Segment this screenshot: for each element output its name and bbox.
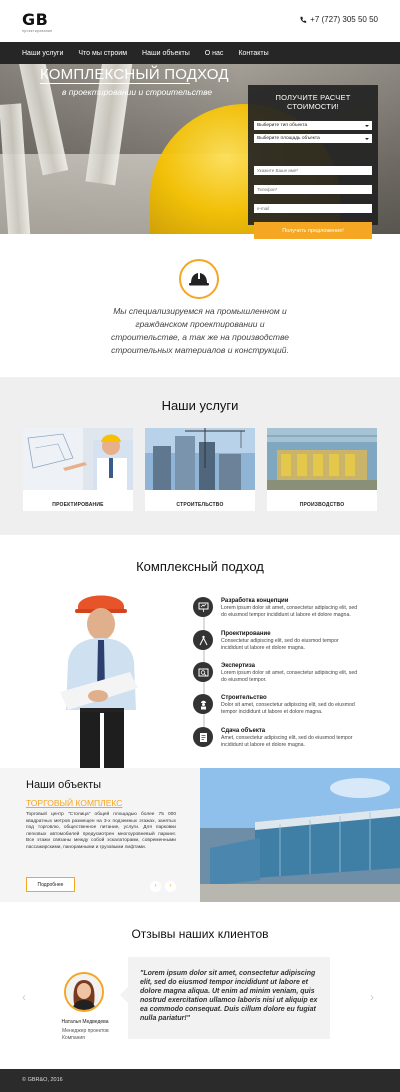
reviews-title: Отзывы наших клиентов: [131, 927, 269, 941]
object-area-value: Выберите площадь объекта: [257, 136, 320, 141]
form-title: ПОЛУЧИТЕ РАСЧЕТ СТОИМОСТИ!: [275, 93, 351, 111]
review-quote: "Lorem ipsum dolor sit amet, consectetur…: [120, 957, 330, 1039]
step-text: Consectetur adipiscing elit, sed do eius…: [221, 638, 339, 651]
construction-image: [145, 428, 255, 490]
chevron-down-icon: [365, 124, 369, 127]
name-field[interactable]: [254, 166, 372, 175]
footer: © GBR&O, 2016: [0, 1069, 400, 1092]
hero-title-underline: [40, 83, 190, 84]
phone-icon: [300, 16, 307, 23]
objects-slider-controls: ‹ ›: [150, 881, 176, 892]
step-title: Сдача объекта: [221, 728, 266, 734]
get-offer-button[interactable]: Получить предложение!: [254, 222, 372, 239]
nav-item-services[interactable]: Наши услуги: [22, 50, 63, 57]
nav-item-objects[interactable]: Наши объекты: [142, 50, 190, 57]
nav-item-about[interactable]: О нас: [205, 50, 224, 57]
email-field[interactable]: [254, 204, 372, 213]
chevron-right-icon[interactable]: ›: [370, 990, 374, 1004]
phone-text: +7 (727) 305 50 50: [310, 15, 378, 24]
phone-number[interactable]: +7 (727) 305 50 50: [299, 15, 378, 24]
main-nav: Наши услуги Что мы строим Наши объекты О…: [0, 42, 400, 64]
service-label: СТРОИТЕЛЬСТВО: [176, 502, 224, 508]
compass-icon: [193, 630, 213, 650]
logo-mark: GB: [22, 10, 49, 29]
header: GB проектирование +7 (727) 305 50 50: [0, 0, 400, 42]
engineer-image: [60, 595, 138, 770]
step-text: Dolor sit amet, consectetur adipiscing e…: [221, 702, 355, 715]
quote-form: ПОЛУЧИТЕ РАСЧЕТ СТОИМОСТИ! Выберите тип …: [248, 85, 378, 239]
production-image: [267, 428, 377, 490]
object-name-link[interactable]: ТОРГОВЫЙ КОМПЛЕКС: [26, 798, 122, 808]
reviewer-role: Менеджер проектов Компания: [62, 1028, 109, 1042]
service-label: ПРОИЗВОДСТВО: [299, 502, 345, 508]
step-title: Строительство: [221, 695, 267, 701]
more-button[interactable]: Подробнее: [26, 877, 75, 892]
helmet-glyph: [189, 273, 209, 286]
phone-field[interactable]: [254, 185, 372, 194]
document-icon: [193, 727, 213, 747]
step-text: Amet, consectetur adipiscing elit, sed d…: [221, 735, 353, 748]
hero-subtitle: в проектировании и строительстве: [62, 87, 213, 97]
logo-subtitle: проектирование: [22, 29, 53, 33]
objects-title: Наши объекты: [26, 779, 102, 791]
object-type-value: Выберите тип объекта: [257, 123, 308, 128]
design-image: [23, 428, 133, 490]
object-area-select[interactable]: Выберите площадь объекта: [254, 134, 372, 143]
service-card-construction[interactable]: СТРОИТЕЛЬСТВО: [145, 428, 255, 511]
nav-item-what-we-build[interactable]: Что мы строим: [78, 50, 127, 57]
avatar-portrait: [66, 974, 102, 1010]
step-title: Экспертиза: [221, 663, 255, 669]
chevron-left-icon[interactable]: ‹: [150, 881, 161, 892]
services-section: Наши услуги ПРОЕКТИРОВАНИЕ СТРОИТЕЛЬСТВО…: [0, 377, 400, 535]
nav-item-contacts[interactable]: Контакты: [238, 50, 268, 57]
approach-title: Комплексный подход: [136, 559, 264, 574]
hero-title: КОМПЛЕКСНЫЙ ПОДХОД: [40, 66, 229, 83]
avatar: [64, 972, 104, 1012]
object-type-select[interactable]: Выберите тип объекта: [254, 121, 372, 130]
reviewer-name: Наталья Медведева: [61, 1019, 109, 1025]
presentation-icon: [193, 597, 213, 617]
chevron-right-icon[interactable]: ›: [165, 881, 176, 892]
intro-text: Мы специализируемся на промышленном и гр…: [111, 306, 289, 355]
shopping-center-image: [200, 768, 400, 902]
step-title: Разработка концепции: [221, 598, 289, 604]
objects-section: Наши объекты ТОРГОВЫЙ КОМПЛЕКС Торговый …: [0, 768, 400, 902]
chevron-left-icon[interactable]: ‹: [22, 990, 26, 1004]
chevron-down-icon: [365, 137, 369, 140]
reviewer-company: Компания: [62, 1035, 85, 1041]
worker-icon: [193, 694, 213, 714]
step-text: Lorem ipsum dolor sit amet, consectetur …: [221, 670, 358, 683]
step-title: Проектирование: [221, 631, 271, 637]
service-label: ПРОЕКТИРОВАНИЕ: [52, 502, 104, 508]
logo[interactable]: GB проектирование: [22, 10, 53, 33]
inspection-icon: [193, 662, 213, 682]
step-text: Lorem ipsum dolor sit amet, consectetur …: [221, 605, 358, 618]
services-title: Наши услуги: [161, 398, 239, 413]
service-card-production[interactable]: ПРОИЗВОДСТВО: [267, 428, 377, 511]
helmet-icon: [179, 259, 219, 299]
service-card-design[interactable]: ПРОЕКТИРОВАНИЕ: [23, 428, 133, 511]
copyright: © GBR&O, 2016: [22, 1077, 63, 1083]
objects-info-panel: Наши объекты ТОРГОВЫЙ КОМПЛЕКС Торговый …: [0, 768, 200, 902]
reviewer-position: Менеджер проектов: [62, 1028, 109, 1034]
object-description: Торговый центр "Столица" общей площадью …: [26, 812, 176, 850]
